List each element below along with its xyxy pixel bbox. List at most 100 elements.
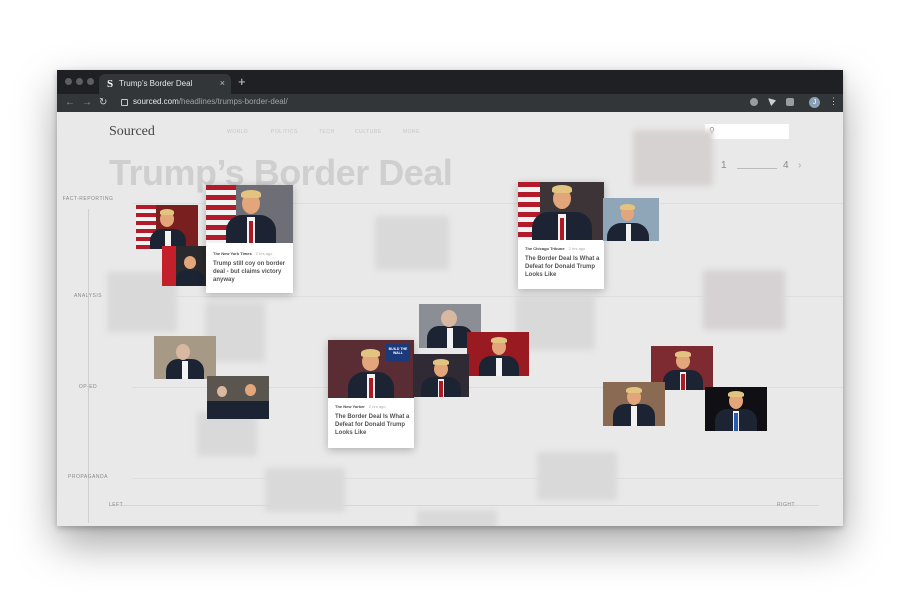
browser-window: S Trump’s Border Deal × + ← → ↻ sourced.… (57, 70, 843, 526)
reload-icon[interactable]: ↻ (99, 97, 107, 108)
suit-shape (207, 401, 269, 419)
article-photo[interactable] (603, 198, 659, 241)
shirt-shape (182, 361, 188, 379)
extension-clock-icon[interactable] (750, 98, 758, 106)
card-title: Trump still coy on border deal - but cla… (213, 261, 286, 283)
url-text: sourced.com/headlines/trumps-border-deal… (133, 97, 288, 106)
article-photo[interactable] (207, 376, 269, 419)
card-time: 2 hrs ago (255, 251, 273, 256)
tie-shape (560, 218, 564, 240)
face-shape (184, 256, 196, 269)
blurred-article[interactable] (265, 468, 345, 512)
forward-icon[interactable]: → (82, 97, 92, 108)
tie-shape (439, 381, 443, 397)
site-logo[interactable]: Sourced (109, 124, 155, 140)
tab-close-icon[interactable]: × (220, 78, 225, 88)
tie-shape (681, 374, 685, 390)
avatar[interactable]: J (809, 97, 820, 108)
hair-shape (241, 190, 261, 198)
card-source: The New York Times (213, 251, 252, 256)
shirt-shape (447, 328, 453, 348)
pager-next-icon[interactable]: › (798, 160, 801, 171)
search-input[interactable]: ⚲ (705, 124, 789, 139)
hair-shape (160, 209, 174, 215)
hair-shape (491, 337, 507, 343)
tie-shape (249, 221, 253, 243)
gridline-propaganda (132, 478, 843, 479)
sign-text: BUILD THE WALL (388, 347, 408, 355)
article-photo[interactable] (705, 387, 767, 431)
hair-shape (675, 351, 691, 357)
hair-shape (361, 349, 380, 357)
blurred-article[interactable] (633, 130, 713, 186)
tab-title: Trump’s Border Deal (119, 79, 193, 88)
extension-box-icon[interactable] (786, 98, 794, 106)
lock-icon (121, 99, 128, 106)
article-card-nyt[interactable]: The New York Times 2 hrs ago Trump still … (206, 185, 293, 293)
shirt-shape (631, 406, 637, 426)
pager-total: 4 (783, 160, 789, 171)
hair-shape (552, 185, 572, 193)
close-window-dot[interactable] (65, 78, 72, 85)
article-photo[interactable] (136, 205, 198, 249)
tie-shape (369, 378, 373, 398)
menu-icon[interactable]: ⋮ (829, 96, 838, 107)
card-title: The Border Deal Is What a Defeat for Don… (335, 414, 410, 436)
card-time: 2 hrs ago (568, 246, 586, 251)
card-time: 2 hrs ago (368, 404, 386, 409)
card-source: The New Yorker (335, 404, 365, 409)
article-photo[interactable] (413, 354, 469, 397)
shirt-shape (626, 224, 631, 241)
hair-shape (433, 359, 449, 365)
blurred-article[interactable] (417, 510, 497, 526)
back-icon[interactable]: ← (65, 97, 75, 108)
nav-tech[interactable]: TECH (319, 129, 335, 135)
face-shape (176, 344, 190, 360)
article-card-image (518, 182, 604, 240)
favicon-icon: S (107, 78, 114, 90)
y-label-propaganda: PROPAGANDA (68, 474, 108, 480)
shirt-shape (496, 358, 502, 376)
maximize-window-dot[interactable] (87, 78, 94, 85)
url-input[interactable]: sourced.com/headlines/trumps-border-deal… (117, 96, 749, 110)
article-photo[interactable] (603, 382, 665, 426)
blurred-article[interactable] (375, 216, 449, 270)
x-label-right: RIGHT (777, 502, 796, 508)
browser-tab[interactable]: S Trump’s Border Deal × (99, 74, 231, 94)
extension-cursor-icon[interactable] (768, 98, 776, 106)
sign-shape (162, 246, 176, 286)
blurred-article[interactable] (703, 270, 785, 330)
address-bar: ← → ↻ sourced.com/headlines/trumps-borde… (57, 94, 843, 112)
pager-track (737, 168, 777, 169)
new-tab-button[interactable]: + (238, 74, 246, 89)
browser-titlebar: S Trump’s Border Deal × + (57, 70, 843, 94)
page-content: Sourced WORLD POLITICS TECH CULTURE MORE… (57, 112, 843, 526)
face-shape (245, 384, 256, 396)
card-meta: The New York Times 2 hrs ago (213, 251, 272, 256)
article-card-image (206, 185, 293, 243)
article-card-tribune[interactable]: The Chicago Tribune 2 hrs ago The Border … (518, 182, 604, 289)
article-card-newyorker[interactable]: BUILD THE WALL The New Yorker 2 hrs ago T… (328, 340, 414, 448)
minimize-window-dot[interactable] (76, 78, 83, 85)
tie-shape (734, 413, 738, 431)
x-axis-line (109, 505, 819, 506)
url-domain: sourced.com (133, 97, 179, 106)
y-label-op-ed: OP-ED (78, 384, 98, 390)
card-meta: The New Yorker 2 hrs ago (335, 404, 386, 409)
nav-culture[interactable]: CULTURE (355, 129, 382, 135)
article-photo[interactable] (162, 246, 208, 286)
hair-shape (728, 391, 744, 397)
nav-world[interactable]: WORLD (227, 129, 248, 135)
nav-politics[interactable]: POLITICS (271, 129, 298, 135)
article-photo[interactable] (467, 332, 529, 376)
blurred-article[interactable] (537, 452, 617, 500)
card-source: The Chicago Tribune (525, 246, 565, 251)
face-shape (441, 310, 457, 327)
url-path: /headlines/trumps-border-deal/ (178, 97, 288, 106)
pager-current: 1 (721, 160, 727, 171)
face-shape (217, 386, 227, 397)
article-photo[interactable] (154, 336, 216, 379)
suit-shape (176, 270, 204, 286)
nav-more[interactable]: MORE (403, 129, 420, 135)
hair-shape (626, 387, 642, 393)
